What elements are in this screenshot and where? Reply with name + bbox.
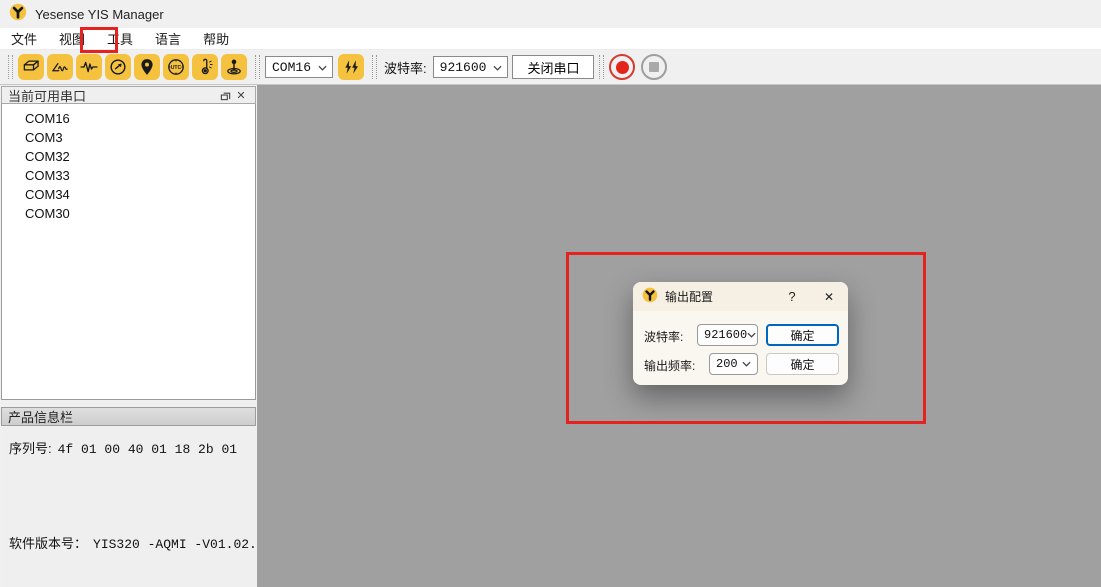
- product-info-title: 产品信息栏: [8, 407, 73, 426]
- record-icon: [616, 61, 629, 74]
- gauge-icon: [108, 57, 128, 77]
- 3d-cube-button[interactable]: [18, 54, 44, 80]
- content-area: 当前可用串口 ✕ COM16 COM3 COM32 COM33 COM34 CO…: [0, 85, 1101, 587]
- dialog-help-button[interactable]: ?: [784, 289, 800, 304]
- toolbar-grip[interactable]: [372, 55, 377, 79]
- chevron-down-icon: [318, 60, 327, 75]
- dialog-titlebar: 输出配置 ? ✕: [633, 282, 848, 311]
- dialog-baud-ok-button[interactable]: 确定: [766, 324, 839, 346]
- chevron-down-icon: [742, 357, 751, 371]
- dialog-baud-rate-value: 921600: [704, 328, 747, 342]
- software-version-value: YIS320 -AQMI -V01.02.03;: [93, 537, 280, 552]
- dialog-output-rate-label: 输出频率:: [644, 357, 695, 374]
- waveform-icon: [79, 57, 99, 77]
- chevron-down-icon: [747, 328, 756, 342]
- list-item-port[interactable]: COM16: [2, 109, 255, 128]
- attitude-button[interactable]: [221, 54, 247, 80]
- dialog-baud-rate-label: 波特率:: [644, 328, 683, 345]
- svg-text:UTC: UTC: [171, 65, 182, 71]
- toolbar-grip[interactable]: [599, 55, 604, 79]
- gauge-button[interactable]: [105, 54, 131, 80]
- list-item-port[interactable]: COM34: [2, 185, 255, 204]
- menu-file[interactable]: 文件: [0, 27, 48, 50]
- main-workspace: 输出配置 ? ✕ 波特率: 921600 确定 输出频率: 200 确定: [257, 85, 1101, 587]
- menu-help[interactable]: 帮助: [192, 27, 240, 50]
- lightning-refresh-icon: [342, 58, 360, 76]
- serial-number-value: 4f 01 00 40 01 18 2b 01: [58, 442, 237, 457]
- dialog-close-button[interactable]: ✕: [821, 290, 837, 304]
- utc-clock-icon: UTC: [166, 57, 186, 77]
- list-item-port[interactable]: COM32: [2, 147, 255, 166]
- toolbar-grip[interactable]: [8, 55, 13, 79]
- window-title: Yesense YIS Manager: [35, 7, 164, 22]
- list-item-port[interactable]: COM3: [2, 128, 255, 147]
- product-info-body: 序列号: 4f 01 00 40 01 18 2b 01 软件版本号： YIS3…: [1, 427, 256, 587]
- dialog-output-rate-value: 200: [716, 357, 738, 371]
- dialog-output-ok-button[interactable]: 确定: [766, 353, 839, 375]
- angle-wave-icon: [50, 57, 70, 77]
- menu-view[interactable]: 视图: [48, 27, 96, 50]
- list-item-port[interactable]: COM33: [2, 166, 255, 185]
- toolbar-grip[interactable]: [255, 55, 260, 79]
- close-serial-port-button[interactable]: 关闭串口: [512, 55, 594, 79]
- location-pin-icon: [137, 57, 157, 77]
- float-panel-icon[interactable]: [217, 88, 233, 102]
- attitude-pin-icon: [224, 57, 244, 77]
- app-logo-icon: [9, 3, 27, 26]
- ports-panel-title: 当前可用串口: [8, 86, 86, 105]
- port-combobox-value: COM16: [272, 60, 311, 75]
- serial-port-list: COM16 COM3 COM32 COM33 COM34 COM30: [1, 104, 256, 400]
- refresh-ports-button[interactable]: [338, 54, 364, 80]
- toolbar: UTC COM16 波特率: 921600 关闭串口: [0, 50, 1101, 85]
- dialog-logo-icon: [642, 287, 658, 306]
- dialog-baud-rate-combobox[interactable]: 921600: [697, 324, 758, 346]
- cube-icon: [21, 57, 41, 77]
- baud-rate-value: 921600: [440, 60, 487, 75]
- chevron-down-icon: [493, 60, 502, 75]
- stop-button[interactable]: [641, 54, 667, 80]
- close-panel-icon[interactable]: ✕: [233, 88, 249, 102]
- dialog-output-rate-combobox[interactable]: 200: [709, 353, 758, 375]
- utc-clock-button[interactable]: UTC: [163, 54, 189, 80]
- baud-rate-label: 波特率:: [384, 58, 427, 77]
- port-combobox[interactable]: COM16: [265, 56, 333, 78]
- waveform-button[interactable]: [76, 54, 102, 80]
- software-version-row: 软件版本号： YIS320 -AQMI -V01.02.03;: [9, 533, 248, 552]
- menu-tools[interactable]: 工具: [96, 27, 144, 50]
- dialog-title: 输出配置: [665, 288, 713, 305]
- left-dock-panel: 当前可用串口 ✕ COM16 COM3 COM32 COM33 COM34 CO…: [0, 85, 257, 587]
- list-item-port[interactable]: COM30: [2, 204, 255, 223]
- location-button[interactable]: [134, 54, 160, 80]
- output-config-dialog: 输出配置 ? ✕ 波特率: 921600 确定 输出频率: 200 确定: [633, 282, 848, 385]
- thermometer-icon: [195, 57, 215, 77]
- menu-language[interactable]: 语言: [144, 27, 192, 50]
- record-button[interactable]: [609, 54, 635, 80]
- serial-number-label: 序列号:: [9, 438, 52, 457]
- ports-panel-header: 当前可用串口 ✕: [1, 86, 256, 104]
- stop-icon: [649, 62, 659, 72]
- software-version-label: 软件版本号：: [9, 533, 87, 552]
- thermometer-button[interactable]: [192, 54, 218, 80]
- baud-rate-combobox[interactable]: 921600: [433, 56, 509, 78]
- titlebar: Yesense YIS Manager: [0, 0, 1101, 28]
- angle-wave-button[interactable]: [47, 54, 73, 80]
- product-info-header: 产品信息栏: [1, 407, 256, 426]
- serial-number-row: 序列号: 4f 01 00 40 01 18 2b 01: [9, 438, 248, 457]
- menu-bar: 文件 视图 工具 语言 帮助: [0, 28, 1101, 50]
- app-window: Yesense YIS Manager 文件 视图 工具 语言 帮助 UTC: [0, 0, 1101, 587]
